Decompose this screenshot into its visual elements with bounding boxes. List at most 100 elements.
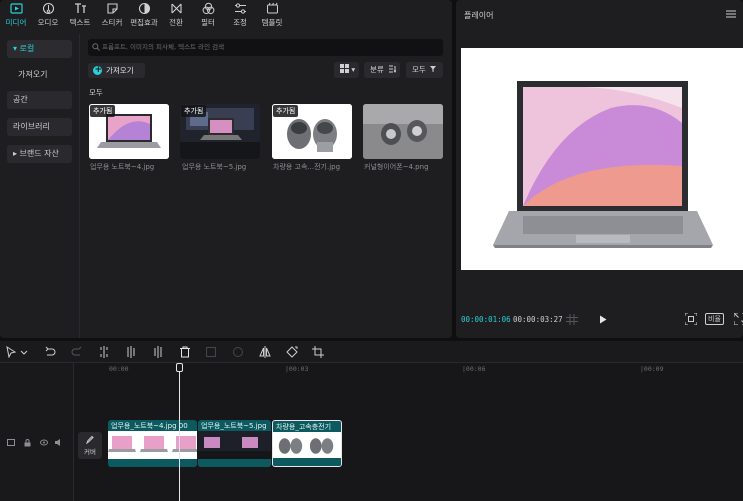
import-label: 가져오기	[106, 66, 134, 75]
clip-audio-strip	[273, 458, 341, 466]
tab-sticker[interactable]: 스티커	[96, 0, 128, 30]
audio-icon	[42, 2, 54, 15]
media-caption: 업무용 노트북~4.jpg	[90, 163, 155, 171]
section-label: 모두	[89, 88, 103, 97]
clip-frames	[108, 431, 197, 459]
fit-screen-icon[interactable]	[685, 313, 697, 325]
clip-label: 업무용_노트북~5.jpg	[201, 422, 267, 430]
import-button[interactable]: 가져오기	[88, 63, 145, 78]
redo-icon[interactable]	[71, 346, 83, 358]
tick-label: |00:03	[285, 365, 309, 373]
mirror-icon[interactable]	[259, 346, 271, 358]
sidebar-item-space[interactable]: 공간	[7, 91, 72, 109]
aspect-ratio-button[interactable]: 비율	[705, 313, 724, 325]
tab-label: 필터	[201, 18, 215, 27]
view-toggle-button[interactable]: ▾	[334, 62, 359, 78]
split-right-icon[interactable]	[152, 346, 164, 358]
preview-canvas[interactable]	[461, 48, 743, 270]
visibility-eye-icon[interactable]	[40, 439, 48, 446]
undo-icon[interactable]	[44, 346, 56, 358]
sidebar-item-local[interactable]: ▾ 로컬	[7, 40, 72, 58]
clip-frames	[198, 431, 271, 459]
fullscreen-icon[interactable]	[734, 313, 743, 325]
filter-icon	[202, 2, 214, 15]
menu-icon[interactable]	[726, 10, 736, 18]
timeline-clip-selected[interactable]: 차량용_고속충전기	[272, 420, 342, 467]
tab-label: 조정	[233, 18, 247, 27]
template-icon	[266, 2, 278, 14]
media-caption: 커널형이어폰~4.png	[364, 163, 429, 171]
tab-template[interactable]: 템플릿	[256, 0, 288, 30]
tab-text[interactable]: 텍스트	[64, 0, 96, 30]
added-badge: 추가됨	[273, 105, 299, 117]
media-item[interactable]: 추가됨	[180, 104, 260, 159]
reverse-icon[interactable]	[232, 346, 244, 358]
sort-label: 분류	[370, 65, 384, 74]
tab-adjust[interactable]: 조정	[224, 0, 256, 30]
sidebar-item-import[interactable]: 가져오기	[7, 66, 72, 84]
split-icon[interactable]	[98, 346, 110, 358]
chevron-down-icon: ▾	[351, 65, 356, 74]
speaker-icon[interactable]	[55, 439, 63, 446]
media-item[interactable]: 추가됨	[89, 104, 169, 159]
sidebar-item-library[interactable]: 라이브러리	[7, 118, 72, 136]
sort-button[interactable]: 분류	[364, 62, 400, 78]
play-icon[interactable]	[597, 314, 608, 325]
rotate-icon[interactable]	[286, 346, 298, 358]
playhead-line[interactable]	[179, 364, 180, 501]
delete-icon[interactable]	[179, 346, 191, 358]
grid-guide-icon[interactable]	[566, 314, 578, 325]
tab-label: 스티커	[101, 18, 123, 27]
media-icon	[9, 3, 23, 14]
media-caption: 차량용 고속...전기.jpg	[273, 163, 341, 171]
select-cursor-icon[interactable]	[5, 346, 17, 358]
top-tab-bar: 미디어 오디오 텍스트 스티커 편집효과 전환 필터 조정 템플릿	[0, 0, 452, 30]
timeline-clip[interactable]: 업무용_노트북~5.jpg	[198, 420, 271, 467]
sidebar-item-brand-assets[interactable]: ▸ 브랜드 자산	[7, 145, 72, 163]
media-panel: 미디어 오디오 텍스트 스티커 편집효과 전환 필터 조정 템플릿 ▾ 로컬 가…	[0, 0, 452, 338]
clip-frames	[273, 432, 341, 460]
timeline-clip[interactable]: 업무용_노트북~4.jpg 00	[108, 420, 197, 467]
effects-icon	[138, 2, 150, 15]
total-time: 00:00:03:27	[513, 315, 563, 324]
clip-label: 업무용_노트북~4.jpg 00	[111, 422, 188, 430]
tab-label: 편집효과	[130, 18, 158, 27]
tab-transition[interactable]: 전환	[160, 0, 192, 30]
added-badge: 추가됨	[90, 105, 116, 117]
tick-label: |00:09	[640, 365, 664, 373]
track-header	[0, 363, 74, 501]
player-title: 플레이어	[464, 11, 494, 20]
edit-pen-icon	[86, 435, 94, 444]
crop-icon[interactable]	[312, 346, 324, 358]
player-panel: 플레이어 00:00:01:06 00:00:03:27 비율	[456, 0, 743, 338]
grid-view-icon	[340, 64, 349, 73]
media-item[interactable]: 추가됨	[272, 104, 352, 159]
search-input[interactable]: 프롬프트, 이미지의 피사체, 텍스트 라인 검색	[88, 39, 443, 56]
media-sidebar: ▾ 로컬 가져오기 공간 라이브러리 ▸ 브랜드 자산	[0, 34, 80, 338]
added-badge: 추가됨	[181, 105, 207, 117]
plus-icon	[93, 63, 102, 78]
freeze-frame-icon[interactable]	[205, 346, 217, 358]
tab-audio[interactable]: 오디오	[32, 0, 64, 30]
clip-label: 차량용_고속충전기	[276, 423, 332, 431]
chevron-down-icon[interactable]	[20, 346, 28, 358]
lock-icon[interactable]	[24, 439, 31, 447]
tick-label: 00:00	[109, 365, 129, 373]
cover-label: 커버	[84, 448, 96, 456]
video-track-icon	[7, 439, 15, 446]
split-left-icon[interactable]	[125, 346, 137, 358]
tab-label: 오디오	[37, 18, 59, 27]
tab-filter[interactable]: 필터	[192, 0, 224, 30]
filter-button[interactable]: 모두	[406, 62, 443, 78]
tab-label: 텍스트	[69, 18, 91, 27]
tab-effects[interactable]: 편집효과	[128, 0, 160, 30]
adjust-icon	[234, 3, 246, 14]
media-caption: 업무용 노트북~5.jpg	[182, 163, 247, 171]
tab-media[interactable]: 미디어	[0, 0, 32, 30]
media-item[interactable]	[363, 104, 443, 159]
transition-icon	[170, 3, 182, 14]
tick-label: |00:06	[462, 365, 486, 373]
cover-button[interactable]: 커버	[78, 432, 102, 459]
playhead-handle[interactable]	[176, 363, 183, 372]
time-ruler[interactable]: 00:00 |00:03 |00:06 |00:09	[106, 363, 743, 377]
